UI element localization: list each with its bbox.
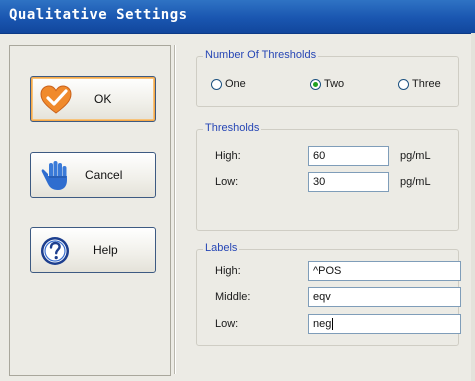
threshold-high-field[interactable]: 60: [308, 146, 389, 166]
radio-one[interactable]: One: [211, 78, 246, 90]
radio-three[interactable]: Three: [398, 78, 441, 90]
labels-legend: Labels: [203, 242, 240, 254]
help-button[interactable]: Help: [30, 227, 156, 273]
threshold-count-group: Number Of Thresholds One Two Three: [196, 49, 459, 107]
text-caret: [332, 318, 334, 331]
label-high-value: ^POS: [313, 265, 342, 277]
ok-label: OK: [94, 92, 112, 106]
cancel-button[interactable]: Cancel: [30, 152, 156, 198]
label-low-value: neg: [313, 318, 332, 330]
cancel-label: Cancel: [85, 168, 123, 182]
label-middle-value: eqv: [313, 291, 331, 303]
button-panel: OK Cancel Help: [9, 45, 171, 376]
window-edge: [471, 33, 475, 381]
labels-group: Labels High: ^POS Middle: eqv Low: neg: [196, 242, 461, 346]
threshold-high-unit: pg/mL: [400, 150, 431, 162]
radio-one-indicator[interactable]: [211, 78, 222, 90]
label-low-label: Low:: [215, 318, 239, 330]
threshold-high-value: 60: [313, 150, 326, 162]
label-high-label: High:: [215, 265, 241, 277]
radio-two-indicator[interactable]: [310, 78, 321, 90]
radio-three-indicator[interactable]: [398, 78, 409, 90]
pane-divider: [174, 45, 176, 374]
radio-three-label: Three: [412, 78, 441, 90]
question-circle-icon: [41, 237, 69, 265]
label-middle-label: Middle:: [215, 291, 251, 303]
thresholds-legend: Thresholds: [203, 122, 262, 134]
radio-one-label: One: [225, 78, 246, 90]
label-middle-field[interactable]: eqv: [308, 287, 461, 307]
threshold-low-value: 30: [313, 176, 326, 188]
title-bar: Qualitative Settings: [0, 0, 475, 34]
threshold-count-legend: Number Of Thresholds: [203, 49, 319, 61]
help-label: Help: [93, 243, 118, 257]
threshold-low-field[interactable]: 30: [308, 172, 389, 192]
radio-two[interactable]: Two: [310, 78, 344, 90]
threshold-low-label: Low:: [215, 176, 239, 188]
thresholds-group: Thresholds High: 60 pg/mL Low: 30 pg/mL: [196, 122, 459, 231]
window-title: Qualitative Settings: [9, 7, 188, 23]
stop-hand-icon: [41, 161, 67, 190]
radio-two-label: Two: [324, 78, 345, 90]
threshold-low-unit: pg/mL: [400, 176, 431, 188]
ok-button[interactable]: OK: [30, 76, 156, 122]
threshold-high-label: High:: [215, 150, 241, 162]
label-high-field[interactable]: ^POS: [308, 261, 461, 281]
checkmark-heart-icon: [40, 85, 72, 114]
label-low-field[interactable]: neg: [308, 314, 461, 334]
